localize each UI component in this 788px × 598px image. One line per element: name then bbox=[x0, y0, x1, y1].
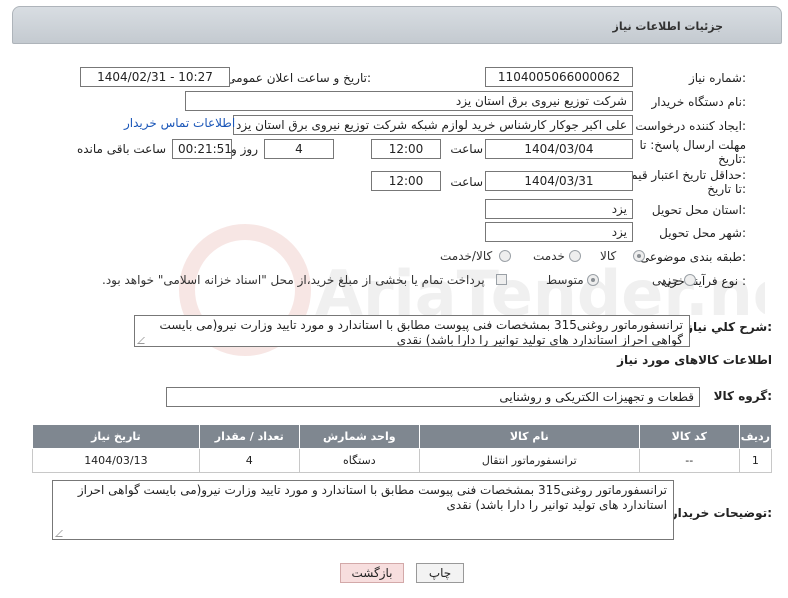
col-need-date: تاریخ نیاز bbox=[32, 424, 200, 449]
process-radio-medium[interactable] bbox=[587, 274, 599, 286]
treasury-payment-checkbox[interactable] bbox=[496, 274, 507, 285]
col-item-code: کد کالا bbox=[638, 424, 740, 449]
creator-label: ایجاد کننده درخواست: bbox=[635, 119, 746, 133]
validity-label-date: تا تاریخ: bbox=[707, 182, 746, 196]
goods-table-header: ردیف کد کالا نام کالا واحد شمارش تعداد /… bbox=[32, 424, 773, 449]
validity-label: حداقل تاریخ اعتبار قیمت: bbox=[619, 168, 746, 182]
cell-item-name: ترانسفورماتور انتقال bbox=[418, 448, 640, 473]
validity-time-field[interactable]: 12:00 bbox=[371, 171, 441, 191]
col-item-name: نام کالا bbox=[418, 424, 640, 449]
deadline-time-field[interactable]: 12:00 bbox=[371, 139, 441, 159]
description-textarea[interactable]: ترانسفورماتور روغنی315 بمشخصات فنی پیوست… bbox=[134, 315, 690, 347]
category-radio-goods[interactable] bbox=[633, 250, 645, 262]
announce-date-label: تاریخ و ساعت اعلان عمومی: bbox=[226, 71, 371, 85]
category-option-goods-service: کالا/خدمت bbox=[440, 249, 493, 263]
cell-row-number: 1 bbox=[738, 448, 773, 473]
description-label: شرح كلي نياز: bbox=[686, 320, 772, 334]
details-panel-header: جزئیات اطلاعات نیاز bbox=[12, 6, 782, 44]
buyer-org-field[interactable]: شرکت توزیع نیروی برق استان یزد bbox=[185, 91, 633, 111]
description-text: ترانسفورماتور روغنی315 بمشخصات فنی پیوست… bbox=[159, 318, 683, 347]
col-unit: واحد شمارش bbox=[298, 424, 420, 449]
days-label: روز و bbox=[231, 142, 258, 156]
time-remaining-label: ساعت باقی مانده bbox=[76, 142, 166, 156]
resize-handle[interactable] bbox=[55, 530, 69, 537]
city-label: شهر محل تحویل: bbox=[659, 226, 746, 240]
goods-section-title: اطلاعات کالاهای مورد نیاز bbox=[617, 353, 772, 367]
creator-field[interactable]: علی اکبر جوکار کارشناس خرید لوازم شبکه ش… bbox=[233, 115, 633, 135]
buyer-notes-text: ترانسفورماتور روغنی315 بمشخصات فنی پیوست… bbox=[77, 483, 667, 512]
deadline-date-field[interactable]: 1404/03/04 bbox=[485, 139, 633, 159]
category-radio-service[interactable] bbox=[569, 250, 581, 262]
panel-title: جزئیات اطلاعات نیاز bbox=[612, 20, 724, 33]
validity-date-field[interactable]: 1404/03/31 bbox=[485, 171, 633, 191]
buyer-notes-textarea[interactable]: ترانسفورماتور روغنی315 بمشخصات فنی پیوست… bbox=[52, 480, 674, 540]
process-option-medium: متوسط bbox=[546, 273, 584, 287]
cell-unit: دستگاه bbox=[298, 448, 420, 473]
deadline-time-label: ساعت bbox=[450, 142, 483, 156]
validity-time-label: ساعت bbox=[450, 175, 483, 189]
city-field[interactable]: یزد bbox=[485, 222, 633, 242]
buyer-org-label: نام دستگاه خریدار: bbox=[651, 95, 747, 109]
need-number-label: شماره نیاز: bbox=[688, 71, 746, 85]
deadline-label: مهلت ارسال پاسخ: تا bbox=[639, 138, 746, 152]
back-button[interactable]: بازگشت bbox=[340, 563, 404, 583]
category-option-service: خدمت bbox=[533, 249, 565, 263]
print-button[interactable]: چاپ bbox=[416, 563, 464, 583]
province-label: استان محل تحویل: bbox=[651, 203, 746, 217]
process-radio-minor[interactable] bbox=[684, 274, 696, 286]
treasury-payment-note: پرداخت تمام یا بخشی از مبلغ خرید،از محل … bbox=[102, 273, 485, 287]
cell-item-code: -- bbox=[638, 448, 740, 473]
col-row-number: ردیف bbox=[738, 424, 773, 449]
need-number-field[interactable]: 1104005066000062 bbox=[485, 67, 633, 87]
category-radio-goods-service[interactable] bbox=[499, 250, 511, 262]
goods-group-field[interactable]: قطعات و تجهیزات الکتریکی و روشنایی bbox=[166, 387, 700, 407]
category-label: طبقه بندی موضوعی: bbox=[639, 250, 746, 264]
resize-handle[interactable] bbox=[137, 337, 151, 344]
process-option-minor: جزیی bbox=[652, 273, 680, 287]
goods-table: ردیف کد کالا نام کالا واحد شمارش تعداد /… bbox=[32, 424, 773, 473]
buyer-contact-link[interactable]: اطلاعات تماس خریدار bbox=[124, 116, 235, 130]
table-row[interactable]: 1 -- ترانسفورماتور انتقال دستگاه 4 1404/… bbox=[32, 448, 773, 473]
category-option-goods: کالا bbox=[600, 249, 617, 263]
goods-group-label: گروه کالا: bbox=[713, 389, 772, 403]
province-field[interactable]: یزد bbox=[485, 199, 633, 219]
deadline-label-date: تاریخ: bbox=[718, 152, 746, 166]
days-remaining-field[interactable]: 4 bbox=[264, 139, 334, 159]
buyer-notes-label: توضیحات خریدار: bbox=[670, 506, 772, 520]
cell-quantity: 4 bbox=[198, 448, 300, 473]
col-quantity: تعداد / مقدار bbox=[198, 424, 300, 449]
time-remaining-field[interactable]: 00:21:51 bbox=[172, 139, 232, 159]
cell-need-date: 1404/03/13 bbox=[32, 448, 200, 473]
announce-date-field[interactable]: 1404/02/31 - 10:27 bbox=[80, 67, 230, 87]
